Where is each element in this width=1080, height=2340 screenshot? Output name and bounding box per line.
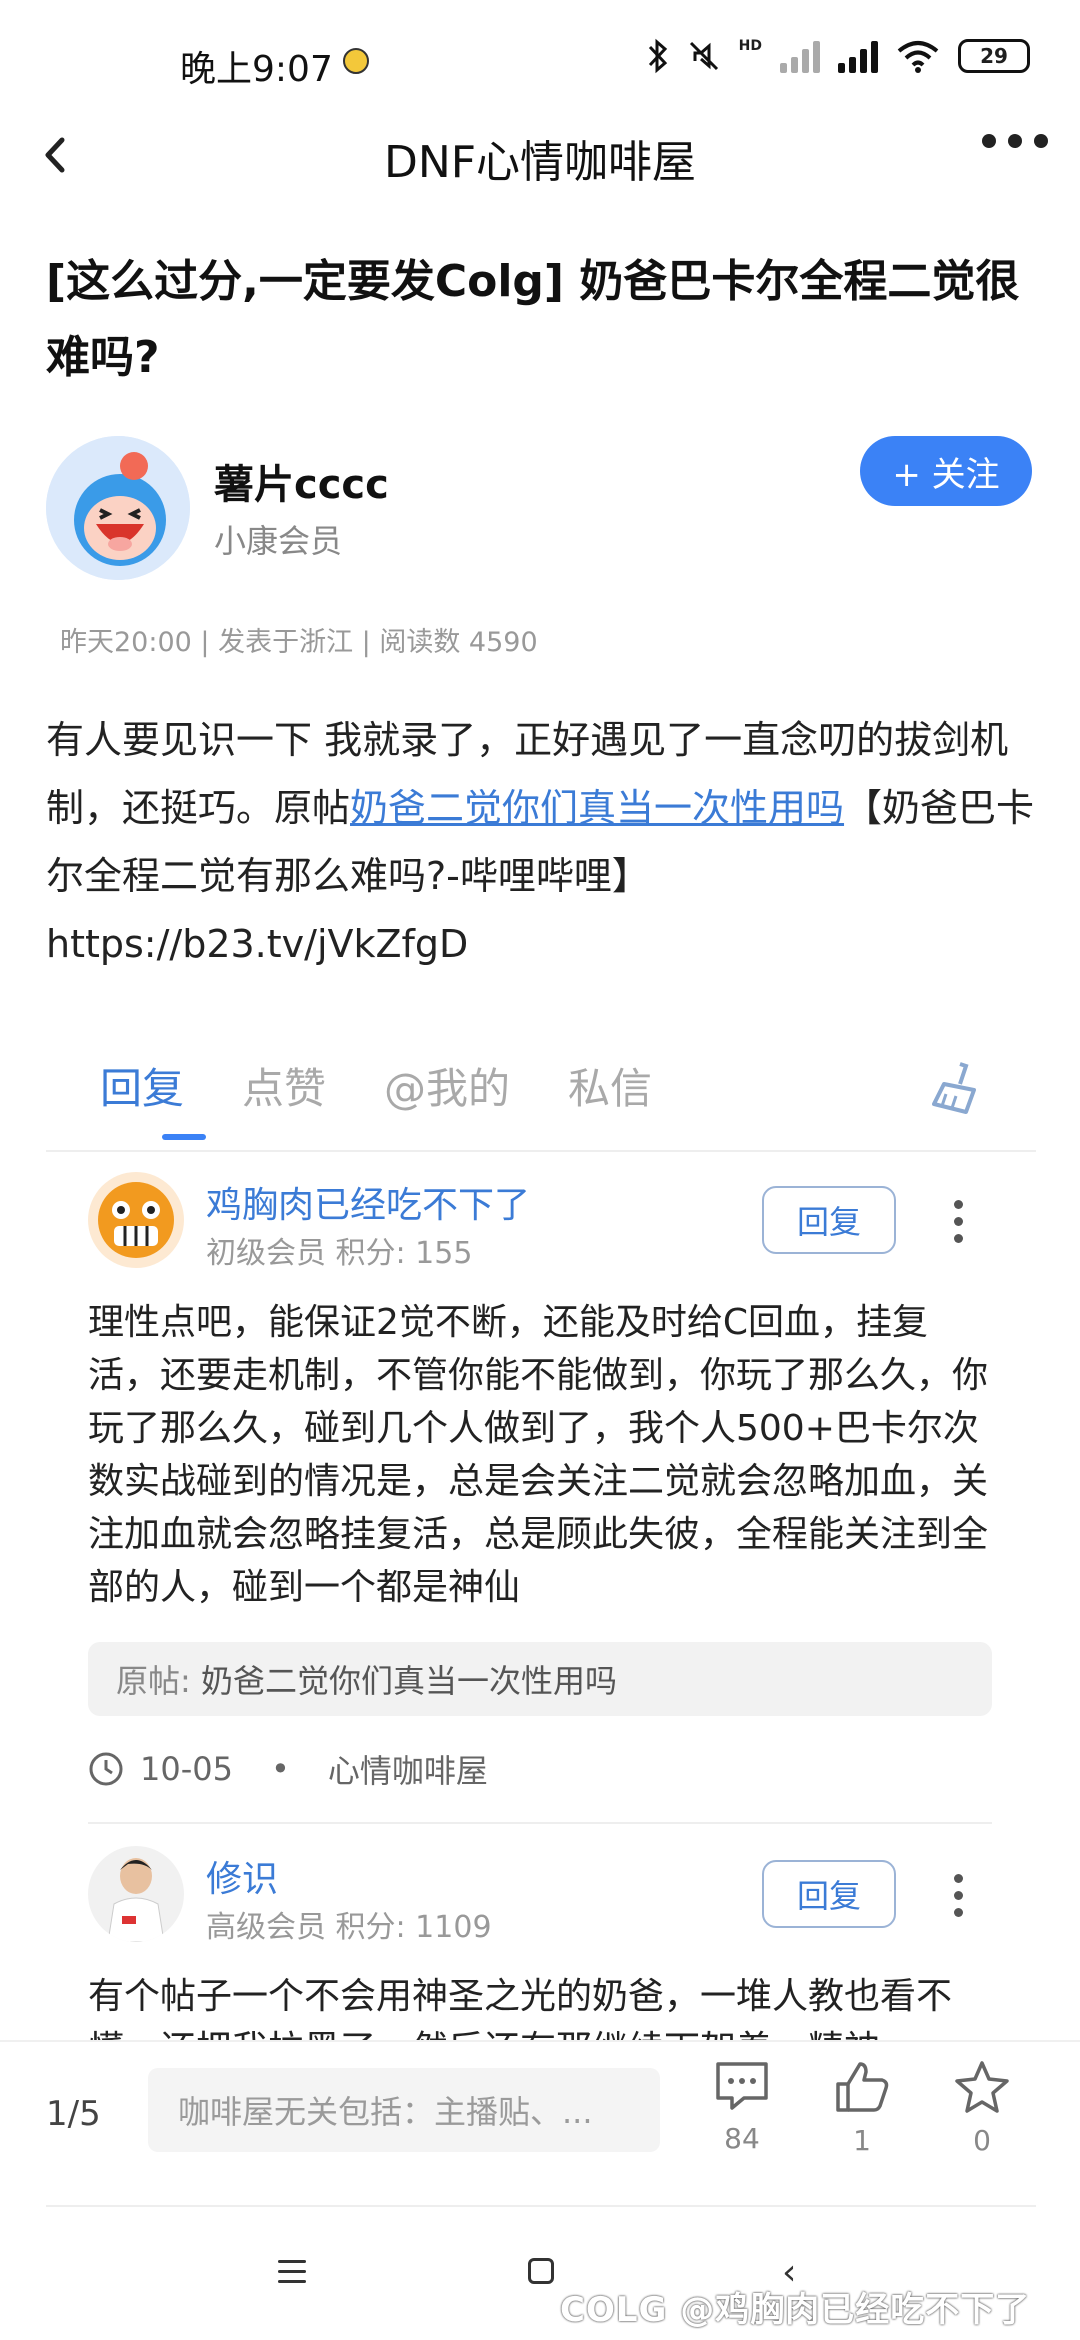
system-nav-bar: ‹ COLG @鸡胸肉已经吃不下了 bbox=[0, 2220, 1080, 2340]
commenter-avatar-image bbox=[88, 1172, 184, 1268]
tab-replies[interactable]: 回复 bbox=[100, 1055, 184, 1116]
comment-icon bbox=[716, 2062, 768, 2110]
tab-likes[interactable]: 点赞 bbox=[242, 1055, 326, 1116]
comment-item: 鸡胸肉已经吃不下了 初级会员 积分: 155 回复 理性点吧，能保证2觉不断，还… bbox=[88, 1172, 992, 1812]
comment-input[interactable]: 咖啡屋无关包括：主播贴、... bbox=[148, 2068, 660, 2152]
favorite-count: 0 bbox=[973, 2124, 991, 2157]
comment-text: 有个帖子一个不会用神圣之光的奶爸，一堆人教也看不懂，还把我拉黑了，然后还有那继续… bbox=[88, 1976, 953, 2040]
author-name[interactable]: 薯片cccc bbox=[214, 452, 389, 510]
commenter-avatar-image bbox=[88, 1846, 184, 1942]
tab-mentions[interactable]: @我的 bbox=[384, 1055, 510, 1116]
post-title: [这么过分,一定要发Colg] 奶爸巴卡尔全程二觉很难吗? bbox=[46, 256, 1020, 383]
quoted-post[interactable]: 原帖: 奶爸二觉你们真当一次性用吗 bbox=[88, 1642, 992, 1716]
post-meta: 昨天20:00 | 发表于浙江 | 阅读数 4590 bbox=[60, 627, 538, 658]
commenter-name[interactable]: 鸡胸肉已经吃不下了 bbox=[206, 1176, 530, 1228]
thumbs-up-icon bbox=[836, 2062, 889, 2112]
bottom-action-bar: 1/5 咖啡屋无关包括：主播贴、... 84 1 0 bbox=[0, 2040, 1080, 2210]
mute-icon bbox=[689, 41, 718, 71]
divider bbox=[46, 1150, 1036, 1152]
author-avatar-image bbox=[46, 436, 190, 580]
separator-dot: • bbox=[270, 1750, 290, 1788]
quote-text: 奶爸二觉你们真当一次性用吗 bbox=[200, 1662, 617, 1700]
commenter-level: 初级会员 积分: 155 bbox=[206, 1236, 473, 1271]
follow-button[interactable]: + 关注 bbox=[860, 436, 1032, 506]
watermark: COLG @鸡胸肉已经吃不下了 bbox=[560, 2290, 1031, 2330]
commenter-level: 高级会员 积分: 1109 bbox=[206, 1910, 492, 1945]
author-avatar[interactable] bbox=[46, 436, 190, 580]
tab-active-indicator bbox=[162, 1134, 206, 1140]
commenter-name[interactable]: 修识 bbox=[206, 1850, 278, 1902]
wifi-icon bbox=[897, 41, 939, 73]
network-label: HD bbox=[738, 38, 762, 54]
emoji-icon bbox=[343, 48, 369, 74]
signal-icon bbox=[838, 39, 878, 73]
divider bbox=[46, 2205, 1036, 2207]
comment-more-icon[interactable] bbox=[954, 1200, 964, 1243]
status-bar: 晚上9:07 HD 29 bbox=[0, 0, 1080, 120]
menu-icon[interactable] bbox=[278, 2260, 306, 2283]
tab-messages[interactable]: 私信 bbox=[568, 1055, 652, 1116]
reply-button[interactable]: 回复 bbox=[762, 1860, 896, 1928]
comment-board[interactable]: 心情咖啡屋 bbox=[328, 1746, 488, 1792]
home-icon[interactable] bbox=[528, 2258, 554, 2284]
author-level: 小康会员 bbox=[214, 522, 343, 560]
battery-level: 29 bbox=[980, 44, 1008, 68]
comment-meta: 10-05 • 心情咖啡屋 bbox=[88, 1746, 488, 1792]
clock-icon bbox=[89, 1752, 123, 1786]
star-icon bbox=[955, 2061, 1009, 2113]
more-options-icon[interactable] bbox=[982, 134, 1048, 148]
page-title: DNF心情咖啡屋 bbox=[383, 137, 697, 188]
quote-label: 原帖: bbox=[116, 1662, 191, 1700]
app-header: DNF心情咖啡屋 bbox=[0, 110, 1080, 200]
status-icons: HD 29 bbox=[647, 38, 1030, 74]
commenter-avatar[interactable] bbox=[88, 1172, 184, 1268]
favorite-button[interactable]: 0 bbox=[942, 2060, 1022, 2157]
like-button[interactable]: 1 bbox=[822, 2060, 902, 2157]
comments-button[interactable]: 84 bbox=[702, 2060, 782, 2155]
comment-text: 理性点吧，能保证2觉不断，还能及时给C回血，挂复活，还要走机制，不管你能不能做到… bbox=[88, 1302, 989, 1608]
comment-date: 10-05 bbox=[140, 1750, 233, 1788]
signal-icon bbox=[780, 39, 820, 73]
comment-more-icon[interactable] bbox=[954, 1874, 964, 1917]
original-post-link[interactable]: 奶爸二觉你们真当一次性用吗 bbox=[350, 786, 844, 830]
page-indicator[interactable]: 1/5 bbox=[46, 2094, 101, 2134]
commenter-avatar[interactable] bbox=[88, 1846, 184, 1942]
post-body: 有人要见识一下 我就录了，正好遇见了一直念叨的拔剑机制，还挺巧。原帖奶爸二觉你们… bbox=[46, 706, 1036, 978]
reply-button[interactable]: 回复 bbox=[762, 1186, 896, 1254]
video-url[interactable]: https://b23.tv/jVkZfgD bbox=[46, 922, 468, 966]
bluetooth-icon bbox=[648, 38, 667, 74]
like-count: 1 bbox=[853, 2124, 871, 2157]
comment-count: 84 bbox=[724, 2122, 760, 2155]
comment-item: 修识 高级会员 积分: 1109 回复 有个帖子一个不会用神圣之光的奶爸，一堆人… bbox=[88, 1846, 992, 2040]
divider bbox=[88, 1822, 992, 1824]
reply-tabs: 回复 点赞 @我的 私信 bbox=[100, 1055, 652, 1116]
battery-icon: 29 bbox=[958, 39, 1030, 73]
status-time: 晚上9:07 bbox=[180, 49, 333, 90]
broom-icon[interactable] bbox=[930, 1060, 980, 1116]
